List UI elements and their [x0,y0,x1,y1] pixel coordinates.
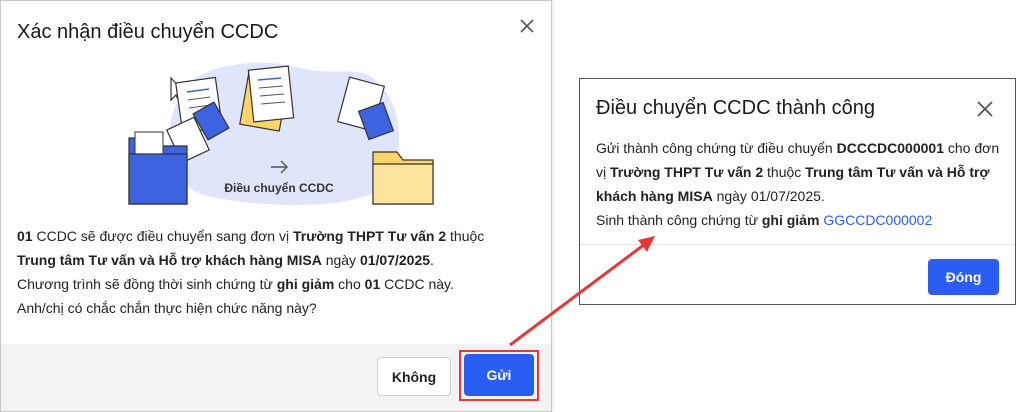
annotation-arrow [509,236,655,347]
